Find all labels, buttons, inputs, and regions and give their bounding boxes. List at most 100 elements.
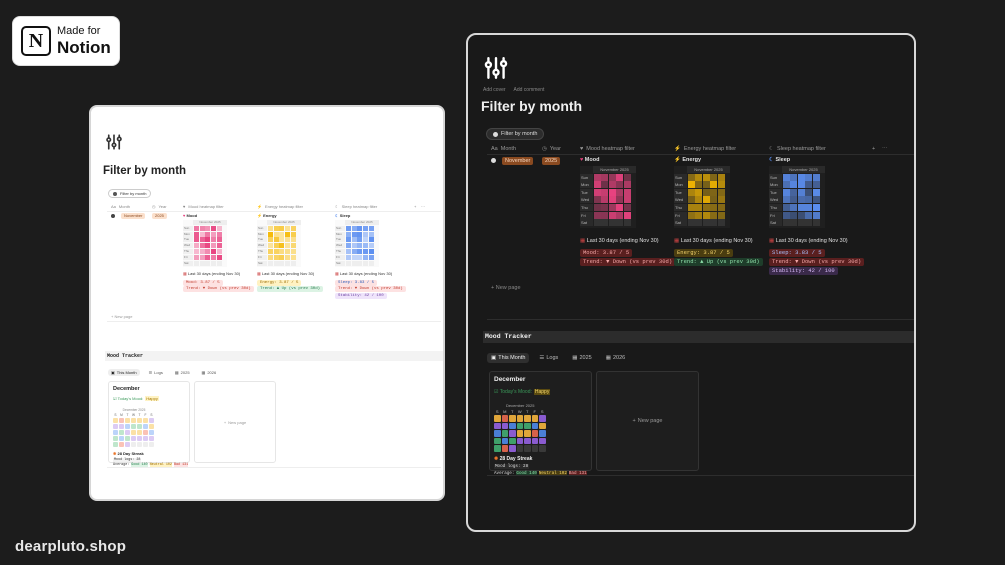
calendar-day-cell[interactable]	[131, 442, 136, 447]
calendar-day-cell[interactable]	[531, 445, 538, 452]
calendar-day-cell[interactable]	[509, 415, 516, 422]
add-cover-link[interactable]: Add cover	[483, 87, 506, 93]
column-energy-header[interactable]: ⚡ Energy heatmap filter	[257, 204, 303, 209]
calendar-day-cell[interactable]	[539, 422, 546, 429]
tracker-tab-2025[interactable]: ▦ 2025	[172, 369, 193, 376]
calendar-day-cell[interactable]	[143, 418, 148, 423]
calendar-day-cell[interactable]	[125, 418, 130, 423]
calendar-day-cell[interactable]	[494, 430, 501, 437]
calendar-day-cell[interactable]	[539, 437, 546, 444]
tracker-tab-logs[interactable]: ☰ Logs	[146, 369, 166, 376]
calendar-day-cell[interactable]	[149, 430, 154, 435]
calendar-day-cell[interactable]	[524, 422, 531, 429]
calendar-day-cell[interactable]	[143, 442, 148, 447]
calendar-day-cell[interactable]	[119, 418, 124, 423]
calendar-day-cell[interactable]	[137, 418, 142, 423]
more-options-icon[interactable]: ⋯	[882, 146, 888, 152]
calendar-day-cell[interactable]	[516, 430, 523, 437]
calendar-day-cell[interactable]	[539, 445, 546, 452]
calendar-day-cell[interactable]	[149, 442, 154, 447]
calendar-day-cell[interactable]	[501, 445, 508, 452]
calendar-day-cell[interactable]	[125, 424, 130, 429]
column-mood-header[interactable]: ♥ Mood heatmap filter	[580, 146, 635, 152]
december-card[interactable]: December ☑ Today's Mood: Happy December 202…	[108, 381, 190, 468]
calendar-day-cell[interactable]	[137, 436, 142, 441]
calendar-day-cell[interactable]	[494, 415, 501, 422]
calendar-day-cell[interactable]	[501, 430, 508, 437]
calendar-day-cell[interactable]	[113, 418, 118, 423]
tracker-tab-this-month[interactable]: ▣ This Month	[487, 353, 530, 363]
year-tag[interactable]: 2025	[152, 213, 167, 219]
calendar-day-cell[interactable]	[113, 430, 118, 435]
column-month-header[interactable]: Aa Month	[111, 204, 130, 209]
add-comment-link[interactable]: Add comment	[514, 87, 545, 93]
add-property-button[interactable]: +	[872, 146, 875, 152]
calendar-day-cell[interactable]	[125, 442, 130, 447]
calendar-day-cell[interactable]	[531, 430, 538, 437]
month-tag[interactable]: November	[502, 157, 534, 165]
calendar-day-cell[interactable]	[125, 436, 130, 441]
calendar-day-cell[interactable]	[509, 437, 516, 444]
calendar-day-cell[interactable]	[501, 415, 508, 422]
month-tag[interactable]: November	[121, 213, 146, 219]
calendar-day-cell[interactable]	[539, 415, 546, 422]
calendar-day-cell[interactable]	[137, 424, 142, 429]
calendar-day-cell[interactable]	[501, 422, 508, 429]
column-year-header[interactable]: ◷ Year	[152, 204, 167, 209]
column-sleep-header[interactable]: ☾ Sleep heatmap filter	[335, 204, 377, 209]
december-card[interactable]: December ☑ Today's Mood: Happy December 202…	[489, 371, 592, 476]
calendar-day-cell[interactable]	[509, 430, 516, 437]
new-page-button[interactable]: + New page	[111, 314, 132, 319]
column-mood-header[interactable]: ♥ Mood heatmap filter	[183, 204, 224, 209]
calendar-day-cell[interactable]	[143, 424, 148, 429]
calendar-day-cell[interactable]	[113, 436, 118, 441]
filter-by-month-view-tab[interactable]: Filter by month	[108, 189, 152, 198]
calendar-day-cell[interactable]	[524, 445, 531, 452]
tracker-tab-this-month[interactable]: ▣ This Month	[108, 369, 140, 376]
new-page-button[interactable]: + New page	[491, 285, 521, 291]
more-options-icon[interactable]: ⋯	[421, 204, 425, 209]
calendar-day-cell[interactable]	[119, 442, 124, 447]
tracker-tab-2026[interactable]: ▦ 2026	[602, 353, 629, 363]
calendar-day-cell[interactable]	[531, 415, 538, 422]
calendar-day-cell[interactable]	[137, 442, 142, 447]
calendar-day-cell[interactable]	[113, 424, 118, 429]
calendar-day-cell[interactable]	[494, 445, 501, 452]
add-property-button[interactable]: +	[414, 204, 416, 209]
calendar-day-cell[interactable]	[539, 430, 546, 437]
calendar-day-cell[interactable]	[119, 430, 124, 435]
calendar-day-cell[interactable]	[125, 430, 130, 435]
calendar-day-cell[interactable]	[131, 424, 136, 429]
column-month-header[interactable]: Aa Month	[491, 146, 516, 152]
tracker-tab-2025[interactable]: ▦ 2025	[568, 353, 595, 363]
calendar-day-cell[interactable]	[516, 415, 523, 422]
tracker-new-page-card[interactable]: + New page	[194, 381, 276, 463]
year-tag[interactable]: 2025	[542, 157, 561, 165]
calendar-day-cell[interactable]	[149, 424, 154, 429]
tracker-tab-logs[interactable]: ☰ Logs	[535, 353, 562, 363]
calendar-day-cell[interactable]	[531, 422, 538, 429]
calendar-day-cell[interactable]	[119, 424, 124, 429]
calendar-day-cell[interactable]	[113, 442, 118, 447]
calendar-day-cell[interactable]	[119, 436, 124, 441]
calendar-day-cell[interactable]	[531, 437, 538, 444]
column-year-header[interactable]: ◷ Year	[542, 146, 561, 152]
tracker-new-page-card[interactable]: + New page	[596, 371, 699, 471]
column-energy-header[interactable]: ⚡ Energy heatmap filter	[674, 146, 736, 152]
calendar-day-cell[interactable]	[494, 422, 501, 429]
calendar-day-cell[interactable]	[149, 418, 154, 423]
calendar-day-cell[interactable]	[524, 415, 531, 422]
calendar-day-cell[interactable]	[149, 436, 154, 441]
calendar-day-cell[interactable]	[524, 437, 531, 444]
calendar-day-cell[interactable]	[143, 436, 148, 441]
filter-by-month-view-tab[interactable]: Filter by month	[486, 128, 545, 140]
calendar-day-cell[interactable]	[516, 422, 523, 429]
calendar-day-cell[interactable]	[143, 430, 148, 435]
tracker-tab-2026[interactable]: ▦ 2026	[199, 369, 220, 376]
calendar-day-cell[interactable]	[494, 437, 501, 444]
calendar-day-cell[interactable]	[516, 437, 523, 444]
column-sleep-header[interactable]: ☾ Sleep heatmap filter	[769, 146, 826, 152]
calendar-day-cell[interactable]	[516, 445, 523, 452]
calendar-day-cell[interactable]	[131, 418, 136, 423]
calendar-day-cell[interactable]	[524, 430, 531, 437]
